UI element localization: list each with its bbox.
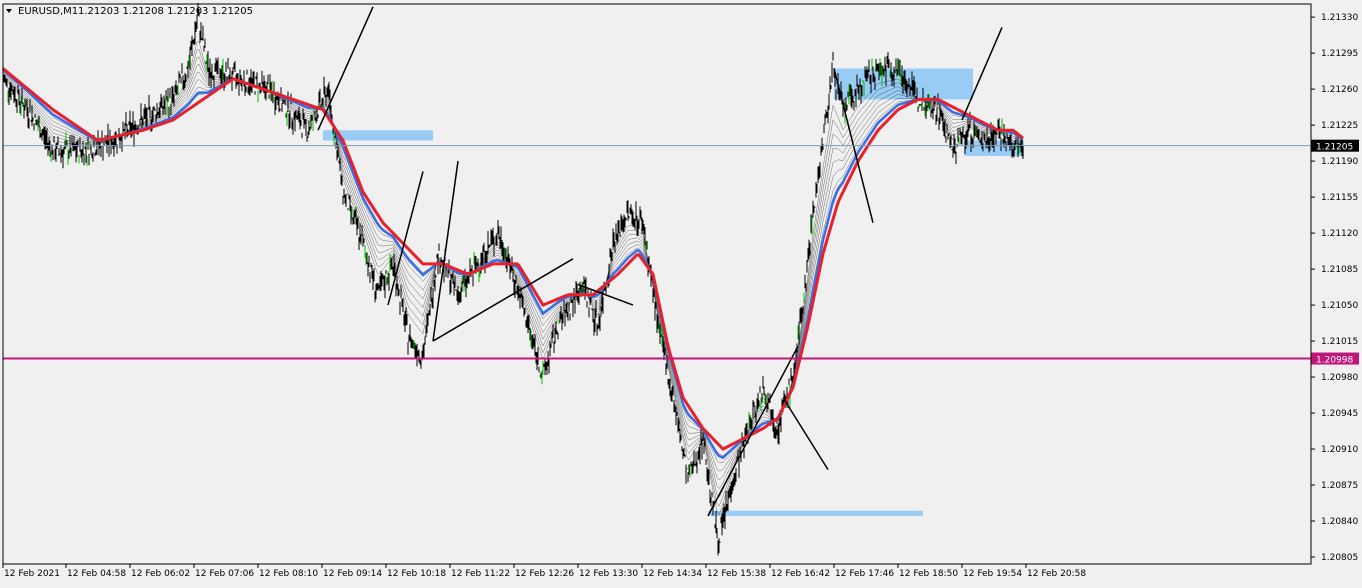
chart-window[interactable]: 1.21205 1.20998 1.21330 1.21295 1.21260 1.21… bbox=[0, 0, 1362, 584]
trendline-5[interactable] bbox=[707, 345, 799, 517]
symbol-label: EURUSD,M1 bbox=[18, 6, 78, 17]
y-tick-label: 1.20840 bbox=[1321, 517, 1358, 527]
ohlc-label: 1.21203 1.21208 1.21203 1.21205 bbox=[78, 6, 253, 17]
chart-header: EURUSD,M1 1.21203 1.21208 1.21203 1.2120… bbox=[6, 6, 253, 17]
x-tick-label: 12 Feb 15:38 bbox=[707, 569, 766, 579]
y-tick-label: 1.20945 bbox=[1321, 409, 1358, 419]
y-tick-label: 1.21015 bbox=[1321, 337, 1358, 347]
y-tick-label: 1.21260 bbox=[1321, 85, 1358, 95]
y-tick-label: 1.21120 bbox=[1321, 229, 1358, 239]
triangle-down-icon[interactable] bbox=[6, 9, 12, 13]
rectangle-objects-layer bbox=[323, 68, 1024, 516]
ma-red-line bbox=[2, 67, 1024, 451]
x-tick-label: 12 Feb 10:18 bbox=[387, 569, 446, 579]
x-tick-label: 12 Feb 07:06 bbox=[195, 569, 254, 579]
y-tick-label: 1.21155 bbox=[1321, 193, 1358, 203]
x-tick-label: 12 Feb 12:26 bbox=[515, 569, 574, 579]
y-tick-label: 1.21085 bbox=[1321, 265, 1358, 275]
y-tick-label: 1.20875 bbox=[1321, 481, 1358, 491]
trendline-2[interactable] bbox=[432, 161, 459, 342]
y-tick-label: 1.20910 bbox=[1321, 445, 1358, 455]
x-tick-label: 12 Feb 17:46 bbox=[835, 569, 894, 579]
level-price-label: 1.20998 bbox=[1316, 356, 1353, 366]
x-tick-label: 12 Feb 08:10 bbox=[259, 569, 318, 579]
y-tick-label: 1.21295 bbox=[1321, 49, 1358, 59]
x-tick-label: 12 Feb 06:02 bbox=[131, 569, 190, 579]
x-tick-label: 12 Feb 20:58 bbox=[1027, 569, 1086, 579]
current-price-label: 1.21205 bbox=[1316, 143, 1353, 153]
x-tick-label: 12 Feb 11:22 bbox=[451, 569, 510, 579]
x-tick-label: 12 Feb 14:34 bbox=[643, 569, 702, 579]
trendline-0[interactable] bbox=[317, 6, 374, 131]
x-tick-label: 12 Feb 04:58 bbox=[67, 569, 126, 579]
price-chart[interactable]: 1.21205 1.20998 1.21330 1.21295 1.21260 1.21… bbox=[0, 0, 1362, 584]
y-tick-label: 1.20980 bbox=[1321, 373, 1358, 383]
rectangle-object-3[interactable] bbox=[708, 510, 923, 516]
plot-frame bbox=[2, 3, 1312, 565]
y-tick-label: 1.21050 bbox=[1321, 301, 1358, 311]
y-tick-label: 1.20805 bbox=[1321, 553, 1358, 563]
y-tick-label: 1.21225 bbox=[1321, 121, 1358, 131]
x-tick-label: 12 Feb 18:50 bbox=[899, 569, 958, 579]
y-tick-label: 1.21190 bbox=[1321, 157, 1358, 167]
x-tick-label: 12 Feb 13:30 bbox=[579, 569, 638, 579]
horizontal-lines-layer: 1.21205 1.20998 bbox=[3, 139, 1359, 366]
x-tick-label: 12 Feb 16:42 bbox=[771, 569, 830, 579]
x-tick-label: 12 Feb 09:14 bbox=[323, 569, 382, 579]
trendline-6[interactable] bbox=[782, 397, 829, 470]
y-tick-label: 1.21330 bbox=[1321, 13, 1358, 23]
x-tick-label: 12 Feb 19:54 bbox=[963, 569, 1022, 579]
moving-averages-layer bbox=[2, 67, 1024, 460]
x-tick-label: 12 Feb 2021 bbox=[4, 569, 60, 579]
